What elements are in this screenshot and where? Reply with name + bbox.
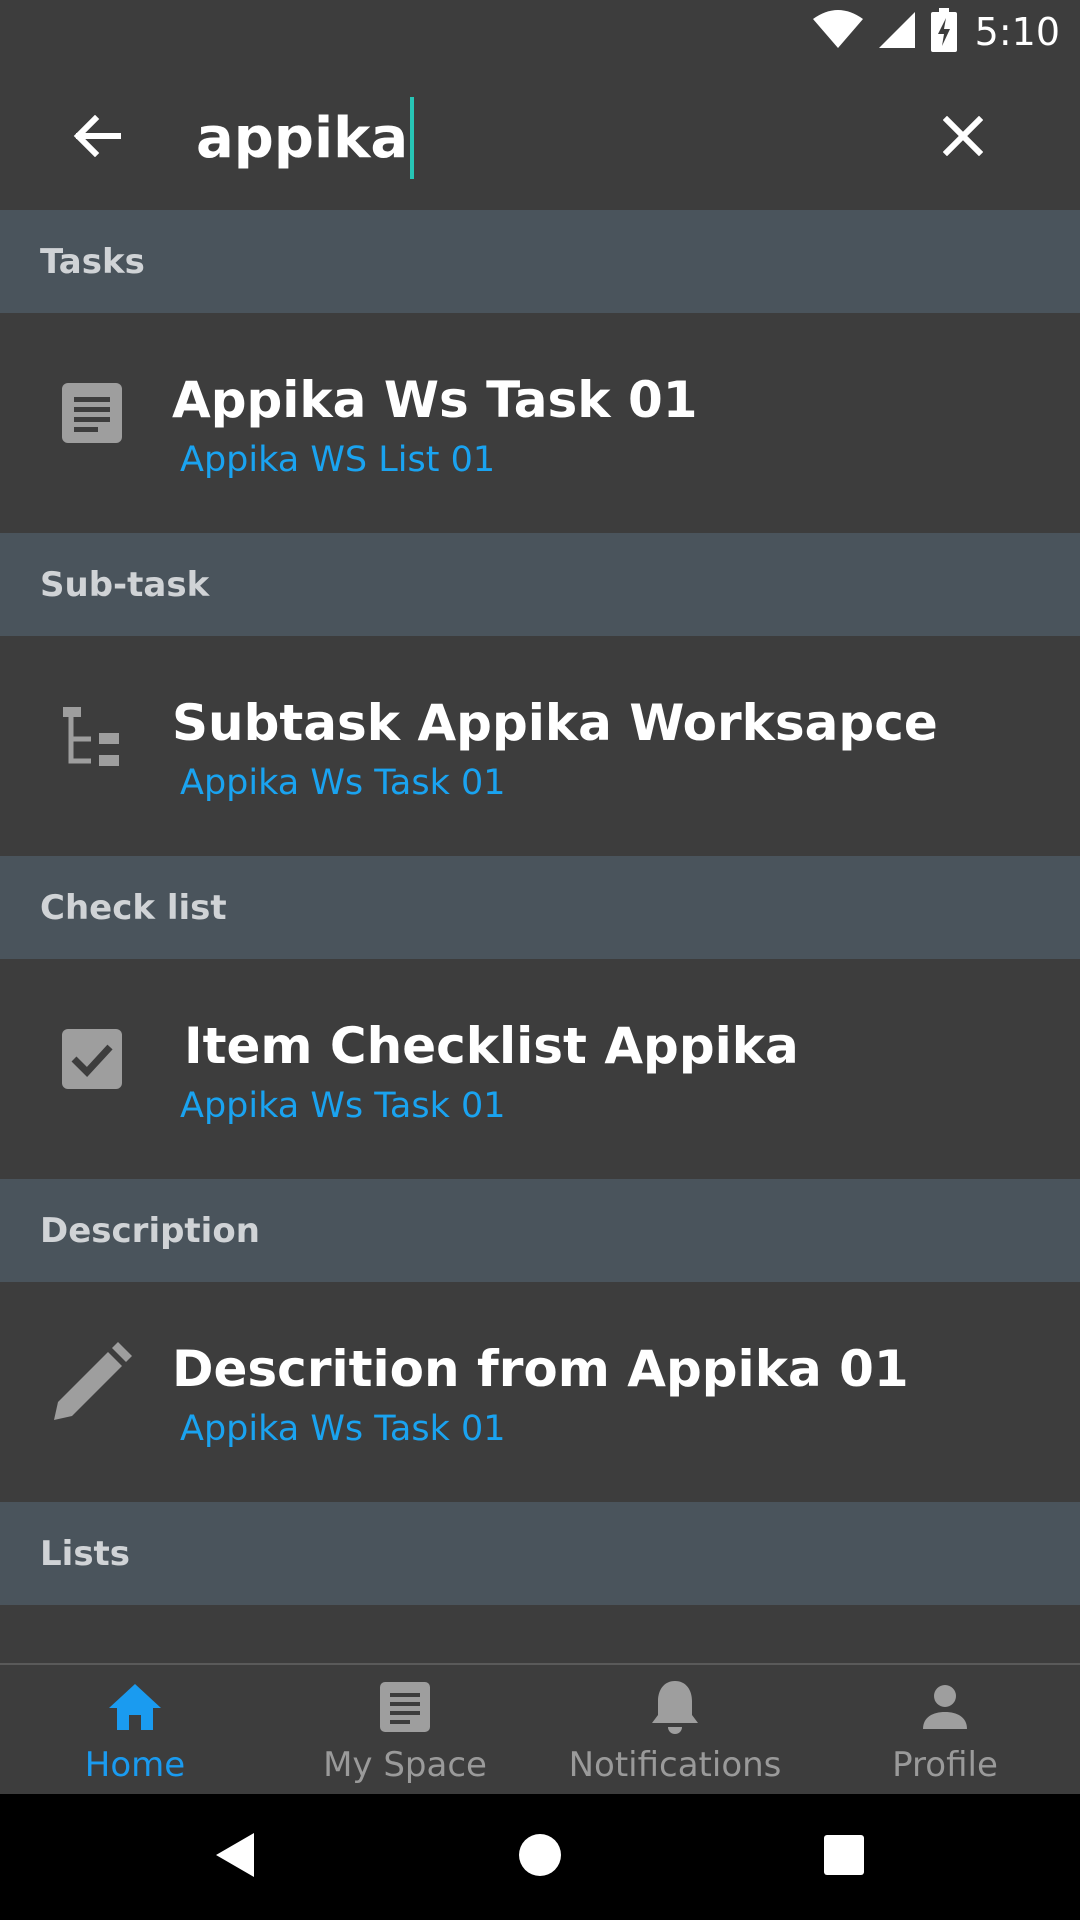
section-header-description: Description (0, 1179, 1080, 1282)
result-title: Subtask Appika Worksapce (172, 694, 938, 752)
nav-label: Profile (892, 1745, 998, 1785)
result-item-subtask[interactable]: Subtask Appika Worksapce Appika Ws Task … (0, 636, 1080, 856)
section-title: Sub-task (40, 564, 210, 605)
status-icons: 5:10 (812, 7, 1060, 57)
system-home-button[interactable] (505, 1822, 575, 1892)
search-bar: appika (0, 63, 1080, 210)
search-results: Tasks Appika Ws Task 01 Appika WS List 0… (0, 210, 1080, 1663)
search-query: appika (196, 105, 409, 171)
result-title: Descrition from Appika 01 (172, 1340, 909, 1398)
nav-label: Notifications (568, 1745, 782, 1785)
section-header-lists: Lists (0, 1502, 1080, 1605)
arrow-left-icon (73, 114, 122, 162)
result-subtitle: Appika Ws Task 01 (180, 1409, 506, 1449)
close-icon (942, 115, 984, 161)
section-title: Check list (40, 887, 227, 928)
result-subtitle: Appika Ws Task 01 (180, 763, 506, 803)
wifi-icon (812, 9, 863, 55)
signal-icon (877, 10, 917, 55)
section-header-tasks: Tasks (0, 210, 1080, 313)
bell-icon (645, 1677, 705, 1737)
status-time: 5:10 (974, 10, 1060, 54)
result-subtitle: Appika WS List 01 (180, 440, 496, 480)
lists-section-content (0, 1605, 1080, 1663)
result-title: Item Checklist Appika (184, 1017, 799, 1075)
section-header-checklist: Check list (0, 856, 1080, 959)
section-title: Lists (40, 1533, 131, 1574)
document-icon (375, 1677, 435, 1737)
result-subtitle: Appika Ws Task 01 (180, 1086, 506, 1126)
result-item-description[interactable]: Descrition from Appika 01 Appika Ws Task… (0, 1282, 1080, 1502)
document-icon (52, 373, 132, 453)
clear-search-button[interactable] (928, 103, 998, 173)
nav-label: My Space (323, 1745, 487, 1785)
result-item-task[interactable]: Appika Ws Task 01 Appika WS List 01 (0, 313, 1080, 533)
square-recents-icon (824, 1834, 864, 1880)
checkbox-icon (52, 1019, 132, 1099)
section-header-subtask: Sub-task (0, 533, 1080, 636)
bottom-navigation: Home My Space Notifications Profile (0, 1663, 1080, 1794)
back-button[interactable] (62, 103, 132, 173)
battery-charging-icon (930, 7, 957, 57)
result-item-checklist[interactable]: Item Checklist Appika Appika Ws Task 01 (0, 959, 1080, 1179)
nav-item-home[interactable]: Home (0, 1665, 270, 1794)
person-icon (915, 1677, 975, 1737)
search-input[interactable]: appika (196, 93, 896, 183)
system-back-button[interactable] (200, 1822, 270, 1892)
status-bar: 5:10 (0, 0, 1080, 63)
nav-item-my-space[interactable]: My Space (270, 1665, 540, 1794)
home-icon (105, 1677, 165, 1737)
pencil-icon (52, 1342, 132, 1422)
section-title: Description (40, 1210, 260, 1251)
text-caret (410, 97, 415, 179)
circle-home-icon (518, 1833, 562, 1882)
system-recents-button[interactable] (809, 1822, 879, 1892)
subtask-tree-icon (52, 696, 132, 776)
nav-label: Home (84, 1745, 186, 1785)
section-title: Tasks (40, 241, 145, 282)
system-navigation-bar (0, 1794, 1080, 1920)
nav-item-profile[interactable]: Profile (810, 1665, 1080, 1794)
result-title: Appika Ws Task 01 (172, 371, 698, 429)
triangle-back-icon (214, 1831, 256, 1884)
nav-item-notifications[interactable]: Notifications (540, 1665, 810, 1794)
